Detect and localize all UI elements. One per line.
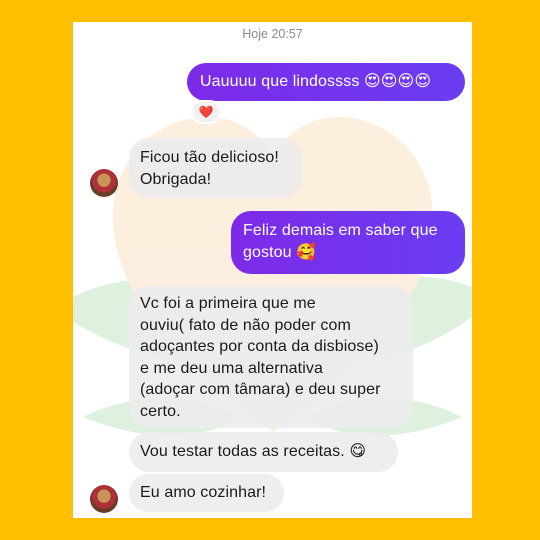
contact-avatar[interactable] [90,485,118,513]
message-outgoing[interactable]: Uauuuu que lindossss 😍😍😍😍 [187,63,465,101]
timestamp: Hoje 20:57 [242,27,303,41]
heart-icon[interactable]: ❤️ [191,100,221,124]
chat-screen: Hoje 20:57 Uauuuu que lindossss 😍😍😍😍 ❤️ … [73,22,472,518]
message-outgoing[interactable]: Feliz demais em saber que gostou 🥰 [231,211,465,274]
message-incoming[interactable]: Vc foi a primeira que me ouviu( fato de … [129,286,413,428]
message-incoming[interactable]: Eu amo cozinhar! [129,474,284,512]
contact-avatar[interactable] [90,169,118,197]
message-incoming[interactable]: Vou testar todas as receitas. 😋 [129,432,398,472]
message-incoming[interactable]: Ficou tão delicioso! Obrigada! [129,138,302,198]
